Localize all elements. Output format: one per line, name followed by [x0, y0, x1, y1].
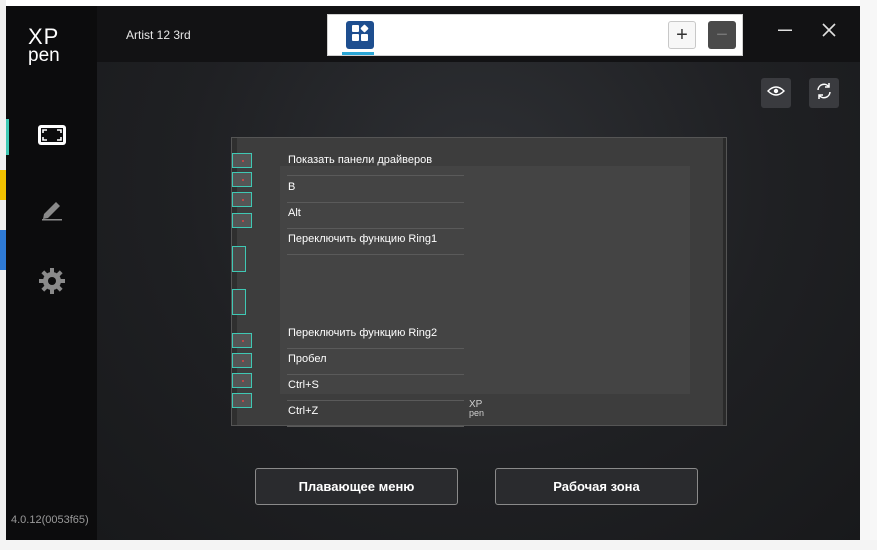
app-tab-strip: + −	[327, 14, 743, 56]
express-key-4[interactable]	[232, 213, 252, 228]
app-window: XP pen 4.0.12(0053f65) Artist 12 3rd + −…	[6, 6, 860, 540]
view-button[interactable]	[761, 78, 791, 108]
tablet-diagram: Показать панели драйверов B Alt Переключ…	[231, 137, 727, 427]
refresh-button[interactable]	[809, 78, 839, 108]
pen-icon	[39, 195, 65, 226]
floating-menu-button[interactable]: Плавающее меню	[255, 468, 458, 505]
app-tab[interactable]	[346, 21, 374, 49]
express-key-3[interactable]	[232, 192, 252, 207]
plus-icon: +	[676, 24, 688, 46]
key-label-2[interactable]: B	[287, 179, 464, 203]
key-label-1[interactable]: Показать панели драйверов	[287, 152, 464, 176]
minus-icon: −	[716, 24, 728, 46]
key-label-8[interactable]: Ctrl+Z	[287, 403, 464, 427]
express-key-2[interactable]	[232, 172, 252, 187]
tablet-right-edge	[723, 138, 726, 425]
desktop-right-edge	[860, 0, 877, 550]
sidebar-item-settings[interactable]	[6, 263, 97, 303]
key-label-3[interactable]: Alt	[287, 205, 464, 229]
minimize-icon	[777, 22, 793, 43]
minimize-button[interactable]	[773, 20, 797, 44]
key-label-5[interactable]: Переключить функцию Ring2	[287, 325, 464, 349]
close-button[interactable]	[817, 20, 841, 44]
express-key-5[interactable]	[232, 333, 252, 348]
sidebar: XP pen 4.0.12(0053f65)	[6, 6, 97, 540]
ring-2[interactable]	[232, 289, 246, 315]
eye-icon	[767, 84, 785, 102]
xppen-logo: XP pen	[28, 24, 60, 66]
screen-area-icon	[37, 124, 67, 151]
key-label-4[interactable]: Переключить функцию Ring1	[287, 231, 464, 255]
gear-icon	[37, 266, 67, 301]
main-area: Показать панели драйверов B Alt Переключ…	[97, 62, 860, 540]
add-app-button[interactable]: +	[668, 21, 696, 49]
express-key-1[interactable]	[232, 153, 252, 168]
sidebar-item-pen[interactable]	[6, 190, 97, 230]
active-tab-indicator	[342, 52, 374, 55]
express-key-6[interactable]	[232, 353, 252, 368]
refresh-icon	[815, 82, 833, 105]
top-bar: Artist 12 3rd + −	[97, 6, 860, 62]
express-key-7[interactable]	[232, 373, 252, 388]
close-icon	[822, 22, 836, 42]
key-label-6[interactable]: Пробел	[287, 351, 464, 375]
desktop-bottom-edge	[0, 540, 877, 550]
work-area-button[interactable]: Рабочая зона	[495, 468, 698, 505]
ring-1[interactable]	[232, 246, 246, 272]
sidebar-item-screen-area[interactable]	[6, 117, 97, 157]
app-version: 4.0.12(0053f65)	[11, 514, 89, 526]
tablet-xppen-logo: XP pen	[469, 399, 485, 418]
express-key-8[interactable]	[232, 393, 252, 408]
apps-grid-icon	[351, 24, 369, 47]
remove-app-button[interactable]: −	[708, 21, 736, 49]
key-label-7[interactable]: Ctrl+S	[287, 377, 464, 401]
device-name: Artist 12 3rd	[126, 28, 191, 42]
